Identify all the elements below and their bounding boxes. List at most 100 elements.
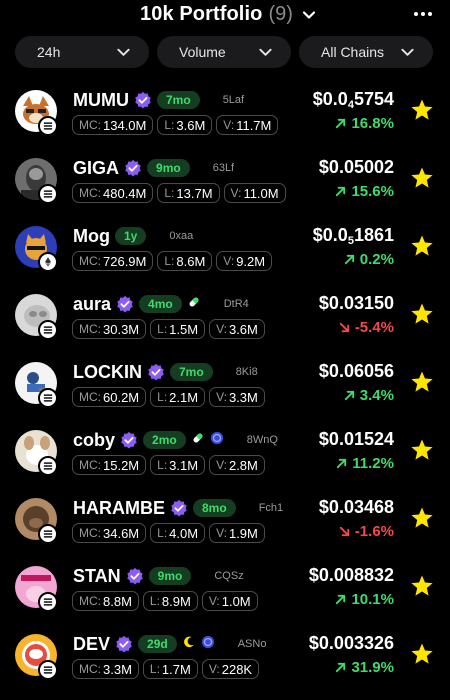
token-row[interactable]: MUMU 7mo 5Laf MC: 134.0M L: 3.6M V: 11.7M $… [0,80,450,148]
volume-value: 9.2M [236,253,266,269]
token-name: Mog [73,225,110,246]
arrow-down-right-icon [338,321,351,334]
token-address: 5Laf [222,94,245,106]
liquidity-label: L: [157,526,168,540]
favorite-star-icon[interactable] [410,574,434,598]
volume-value: 3.3M [228,389,258,405]
price-change-value: 16.8% [351,115,394,132]
solana-chain-icon [38,660,58,680]
token-age-badge: 2mo [143,431,186,449]
token-age-badge: 29d [138,635,177,653]
volume-label: V: [208,594,220,608]
volume-stat: V: 3.3M [209,387,265,407]
market-cap-value: 3.3M [103,661,132,677]
token-stats: MC: 3.3M L: 1.7M V: 228K [72,659,260,679]
market-cap-label: MC: [79,390,101,404]
favorite-star-icon[interactable] [410,98,434,122]
price-change: 15.6% [334,183,394,200]
liquidity-value: 3.1M [169,457,199,473]
token-address: 63Lf [212,162,235,174]
favorite-star-icon[interactable] [410,642,434,666]
arrow-up-right-icon [343,253,356,266]
token-price-value: $0.06056 [318,361,394,381]
token-name-line: LOCKIN 7mo 8Ki8 [73,361,258,383]
price-change-value: -1.6% [354,523,394,540]
volume-label: V: [216,458,227,472]
page-title: 10k Portfolio [140,3,263,25]
chevron-down-icon [401,48,414,56]
volume-stat: V: 11.7M [216,115,279,135]
liquidity-stat: L: 8.9M [142,591,198,611]
favorite-star-icon[interactable] [410,166,434,190]
more-options-icon[interactable] [414,12,432,16]
volume-value: 11.7M [236,117,272,133]
header: 10k Portfolio (9) [0,0,450,30]
token-name-line: DEV 29d ASNo [73,633,266,655]
token-row[interactable]: aura 4mo DtR4 MC: 30.3M L: 1.5M V: 3.6M $0.… [0,284,450,352]
volume-value: 1.0M [221,593,251,609]
token-age-badge: 4mo [139,295,182,313]
volume-stat: V: 2.8M [209,455,265,475]
token-address: 8Ki8 [235,366,258,378]
price-change-value: 0.2% [359,251,394,268]
portfolio-selector[interactable]: 10k Portfolio (9) [140,3,317,26]
liquidity-value: 3.6M [176,117,206,133]
price-change-value: 3.4% [359,387,394,404]
token-row[interactable]: DEV 29d ASNo MC: 3.3M L: 1.7M V: 228K $0.00… [0,624,450,692]
liquidity-stat: L: 2.1M [150,387,206,407]
favorite-star-icon[interactable] [410,370,434,394]
volume-value: 1.9M [228,525,258,541]
price-change-value: 10.1% [351,591,394,608]
token-stats: MC: 30.3M L: 1.5M V: 3.6M [72,319,265,339]
market-cap-stat: MC: 8.8M [72,591,139,611]
verified-badge-icon [126,567,144,585]
token-price: $0.003326 [309,633,394,654]
liquidity-stat: L: 3.1M [150,455,206,475]
token-row[interactable]: HARAMBE 8mo Fch1 MC: 34.6M L: 4.0M V: 1.9M … [0,488,450,556]
token-price: $0.045754 [313,89,394,111]
token-age-badge: 9mo [147,159,190,177]
volume-label: V: [223,254,235,268]
price-change-value: 31.9% [351,659,394,676]
solana-chain-icon [38,388,58,408]
token-row[interactable]: LOCKIN 7mo 8Ki8 MC: 60.2M L: 2.1M V: 3.3M $… [0,352,450,420]
favorite-star-icon[interactable] [410,302,434,326]
token-row[interactable]: Mog 1y 0xaa MC: 726.9M L: 8.6M V: 9.2M $0.0… [0,216,450,284]
price-change: 0.2% [343,251,394,268]
token-row[interactable]: coby 2mo 8WnQ MC: 15.2M L: 3.1M V: 2.8M $0.… [0,420,450,488]
timeframe-label: 24h [37,44,61,60]
verified-badge-icon [115,635,133,653]
arrow-up-right-icon [343,389,356,402]
token-stats: MC: 34.6M L: 4.0M V: 1.9M [72,523,265,543]
market-cap-value: 480.4M [103,185,147,201]
liquidity-label: L: [157,322,168,336]
market-cap-label: MC: [79,526,101,540]
price-change: 3.4% [343,387,394,404]
portfolio-count: (9) [268,3,293,25]
token-row[interactable]: STAN 9mo CQSz MC: 8.8M L: 8.9M V: 1.0M $0.0… [0,556,450,624]
liquidity-label: L: [149,662,160,676]
moon-icon [182,635,196,654]
chevron-down-icon [259,48,272,56]
favorite-star-icon[interactable] [410,506,434,530]
timeframe-dropdown[interactable]: 24h [15,36,149,68]
liquidity-value: 13.7M [176,185,213,201]
token-name-line: aura 4mo DtR4 [73,293,249,315]
favorite-star-icon[interactable] [410,234,434,258]
favorite-star-icon[interactable] [410,438,434,462]
liquidity-value: 8.9M [161,593,191,609]
token-address: ASNo [237,638,267,650]
verified-badge-icon [170,499,188,517]
sort-dropdown[interactable]: Volume [157,36,291,68]
volume-stat: V: 1.9M [209,523,265,543]
token-stats: MC: 60.2M L: 2.1M V: 3.3M [72,387,265,407]
chains-dropdown[interactable]: All Chains [299,36,433,68]
volume-stat: V: 9.2M [216,251,273,271]
token-row[interactable]: GIGA 9mo 63Lf MC: 480.4M L: 13.7M V: 11.0M … [0,148,450,216]
liquidity-label: L: [164,254,175,268]
token-age-badge: 7mo [170,363,213,381]
token-list: MUMU 7mo 5Laf MC: 134.0M L: 3.6M V: 11.7M $… [0,80,450,692]
market-cap-value: 34.6M [103,525,140,541]
market-cap-stat: MC: 34.6M [72,523,147,543]
price-change: -5.4% [338,319,394,336]
